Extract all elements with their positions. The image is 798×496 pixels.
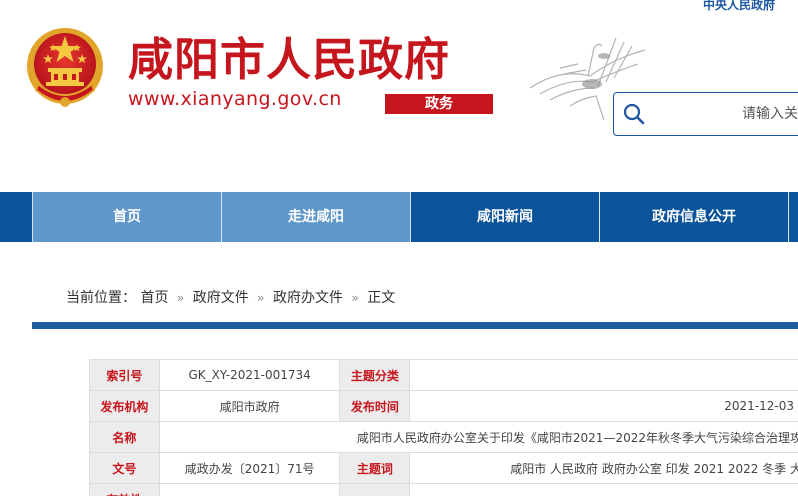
search-icon[interactable] — [623, 103, 645, 125]
breadcrumb-separator: » — [257, 291, 265, 305]
validity-label: 有效性 — [89, 483, 160, 496]
breadcrumb-separator: » — [176, 291, 185, 305]
search-box[interactable] — [613, 92, 798, 136]
validity-value — [158, 483, 341, 496]
table-row: 索引号 GK_XY-2021-001734 主题分类 — [89, 359, 798, 391]
doc-number-value: 咸政办发〔2021〕71号 — [158, 452, 341, 484]
document-info-table: 索引号 GK_XY-2021-001734 主题分类 发布机构 咸阳市政府 发布… — [89, 359, 798, 496]
table-row: 有效性 — [89, 483, 798, 496]
topic-category-label: 主题分类 — [339, 359, 411, 391]
table-cell — [339, 483, 411, 496]
publisher-value: 咸阳市政府 — [158, 390, 341, 422]
table-row: 发布机构 咸阳市政府 发布时间 2021-12-03 — [89, 390, 798, 422]
breadcrumb-office-documents[interactable]: 政府办文件 — [273, 287, 343, 307]
national-emblem-icon — [27, 28, 103, 107]
doc-name-value: 咸阳市人民政府办公室关于印发《咸阳市2021—2022年秋冬季大气污染综合治理攻 — [158, 421, 798, 453]
table-row: 名称 咸阳市人民政府办公室关于印发《咸阳市2021—2022年秋冬季大气污染综合… — [89, 421, 798, 453]
index-number-value: GK_XY-2021-001734 — [158, 359, 341, 391]
breadcrumb-prefix: 当前位置： — [66, 290, 136, 306]
breadcrumb-gov-documents[interactable]: 政府文件 — [193, 287, 249, 307]
nav-divider — [788, 192, 789, 242]
keywords-value: 咸阳市 人民政府 政府办公室 印发 2021 2022 冬季 大 — [409, 452, 798, 484]
breadcrumb: 当前位置： 首页 » 政府文件 » 政府办文件 » 正文 — [66, 287, 395, 307]
site-tag: 政务 — [385, 94, 493, 114]
publish-date-value: 2021-12-03 — [409, 390, 798, 422]
index-number-label: 索引号 — [89, 359, 160, 391]
table-cell — [409, 483, 798, 496]
doc-name-label: 名称 — [89, 421, 160, 453]
topic-category-value — [409, 359, 798, 391]
breadcrumb-separator: » — [351, 291, 359, 305]
nav-item-home[interactable]: 首页 — [33, 192, 221, 242]
nav-item-about-xianyang[interactable]: 走进咸阳 — [222, 192, 410, 242]
breadcrumb-current: 正文 — [367, 290, 396, 306]
doc-number-label: 文号 — [89, 452, 160, 484]
nav-item-xianyang-news[interactable]: 咸阳新闻 — [411, 192, 599, 242]
publisher-label: 发布机构 — [89, 390, 160, 422]
site-url: www.xianyang.gov.cn — [128, 88, 342, 110]
breadcrumb-home[interactable]: 首页 — [140, 287, 168, 307]
nav-item-gov-info-disclosure[interactable]: 政府信息公开 — [600, 192, 788, 242]
main-nav: 首页 走进咸阳 咸阳新闻 政府信息公开 — [0, 192, 798, 242]
publish-date-label: 发布时间 — [339, 390, 411, 422]
content-top-rule — [32, 322, 798, 329]
central-government-link[interactable]: 中央人民政府 — [703, 0, 775, 13]
keywords-label: 主题词 — [339, 452, 411, 484]
site-name: 咸阳市人民政府 — [128, 33, 451, 86]
search-input[interactable] — [658, 101, 798, 127]
table-row: 文号 咸政办发〔2021〕71号 主题词 咸阳市 人民政府 政府办公室 印发 2… — [89, 452, 798, 484]
